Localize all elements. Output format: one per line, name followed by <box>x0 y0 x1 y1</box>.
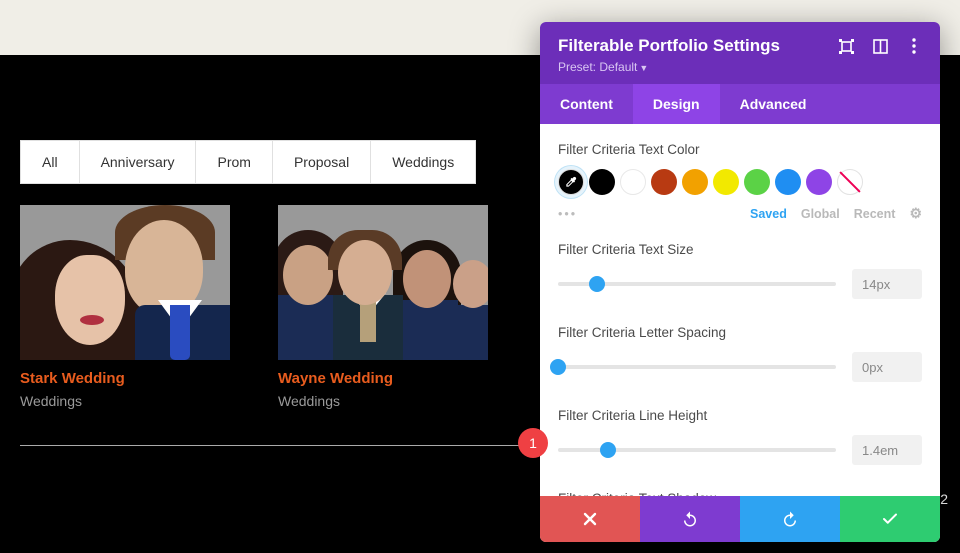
color-swatch[interactable] <box>775 169 801 195</box>
portfolio-card-title[interactable]: Wayne Wedding <box>278 370 488 387</box>
color-swatch[interactable] <box>713 169 739 195</box>
panel-tabs: Content Design Advanced <box>540 84 940 124</box>
letter-spacing-value[interactable]: 0px <box>852 352 922 382</box>
panel-title: Filterable Portfolio Settings <box>558 36 780 56</box>
chevron-down-icon: ▼ <box>639 63 648 73</box>
step-badge: 1 <box>518 428 548 458</box>
expand-icon[interactable] <box>838 38 854 54</box>
tab-advanced[interactable]: Advanced <box>720 84 827 124</box>
color-swatches <box>558 169 922 195</box>
saved-colors-tab[interactable]: Saved <box>750 207 787 221</box>
gear-icon[interactable]: ⚙ <box>909 205 922 222</box>
slider-knob[interactable] <box>600 442 616 458</box>
preset-label: Preset: Default <box>558 60 637 74</box>
portfolio-card[interactable]: Stark Wedding Weddings <box>20 205 230 409</box>
portfolio-divider <box>20 445 520 446</box>
color-swatch-none[interactable] <box>837 169 863 195</box>
panel-footer <box>540 496 940 542</box>
color-swatch[interactable] <box>744 169 770 195</box>
kebab-menu-icon[interactable] <box>906 38 922 54</box>
portfolio-card-category[interactable]: Weddings <box>278 393 488 409</box>
redo-button[interactable] <box>740 496 840 542</box>
portfolio-filter-bar: All Anniversary Prom Proposal Weddings <box>20 140 476 184</box>
portfolio-card-category[interactable]: Weddings <box>20 393 230 409</box>
save-button[interactable] <box>840 496 940 542</box>
portfolio-cards: Stark Wedding Weddings Wayne Wedding Wed… <box>20 205 488 409</box>
undo-button[interactable] <box>640 496 740 542</box>
panel-layout-icon[interactable] <box>872 38 888 54</box>
global-colors-tab[interactable]: Global <box>801 207 840 221</box>
portfolio-card[interactable]: Wayne Wedding Weddings <box>278 205 488 409</box>
color-swatch[interactable] <box>589 169 615 195</box>
slider-knob[interactable] <box>550 359 566 375</box>
panel-body: Filter Criteria Text Color ••• Saved Glo… <box>540 124 940 496</box>
portfolio-thumbnail <box>278 205 488 360</box>
tab-design[interactable]: Design <box>633 84 720 124</box>
filter-tab-anniversary[interactable]: Anniversary <box>80 141 197 183</box>
line-height-value[interactable]: 1.4em <box>852 435 922 465</box>
color-swatch[interactable] <box>651 169 677 195</box>
filter-tab-prom[interactable]: Prom <box>196 141 272 183</box>
filter-tab-all[interactable]: All <box>21 141 80 183</box>
text-size-value[interactable]: 14px <box>852 269 922 299</box>
letter-spacing-slider[interactable] <box>558 365 836 369</box>
section-label-line-height: Filter Criteria Line Height <box>558 408 922 423</box>
slider-knob[interactable] <box>589 276 605 292</box>
filter-tab-weddings[interactable]: Weddings <box>371 141 475 183</box>
section-label-text-color: Filter Criteria Text Color <box>558 142 922 157</box>
section-label-letter-spacing: Filter Criteria Letter Spacing <box>558 325 922 340</box>
recent-colors-tab[interactable]: Recent <box>854 207 896 221</box>
eyedropper-button[interactable] <box>558 169 584 195</box>
cancel-button[interactable] <box>540 496 640 542</box>
settings-panel: Filterable Portfolio Settings Preset: De… <box>540 22 940 542</box>
more-options-icon[interactable]: ••• <box>558 207 577 221</box>
portfolio-thumbnail <box>20 205 230 360</box>
color-swatch[interactable] <box>682 169 708 195</box>
panel-header[interactable]: Filterable Portfolio Settings Preset: De… <box>540 22 940 84</box>
line-height-slider[interactable] <box>558 448 836 452</box>
text-size-slider[interactable] <box>558 282 836 286</box>
color-swatch[interactable] <box>806 169 832 195</box>
portfolio-card-title[interactable]: Stark Wedding <box>20 370 230 387</box>
page-number: 2 <box>940 491 948 507</box>
section-label-text-size: Filter Criteria Text Size <box>558 242 922 257</box>
color-swatch[interactable] <box>620 169 646 195</box>
filter-tab-proposal[interactable]: Proposal <box>273 141 371 183</box>
preset-dropdown[interactable]: Preset: Default▼ <box>558 60 922 74</box>
tab-content[interactable]: Content <box>540 84 633 124</box>
